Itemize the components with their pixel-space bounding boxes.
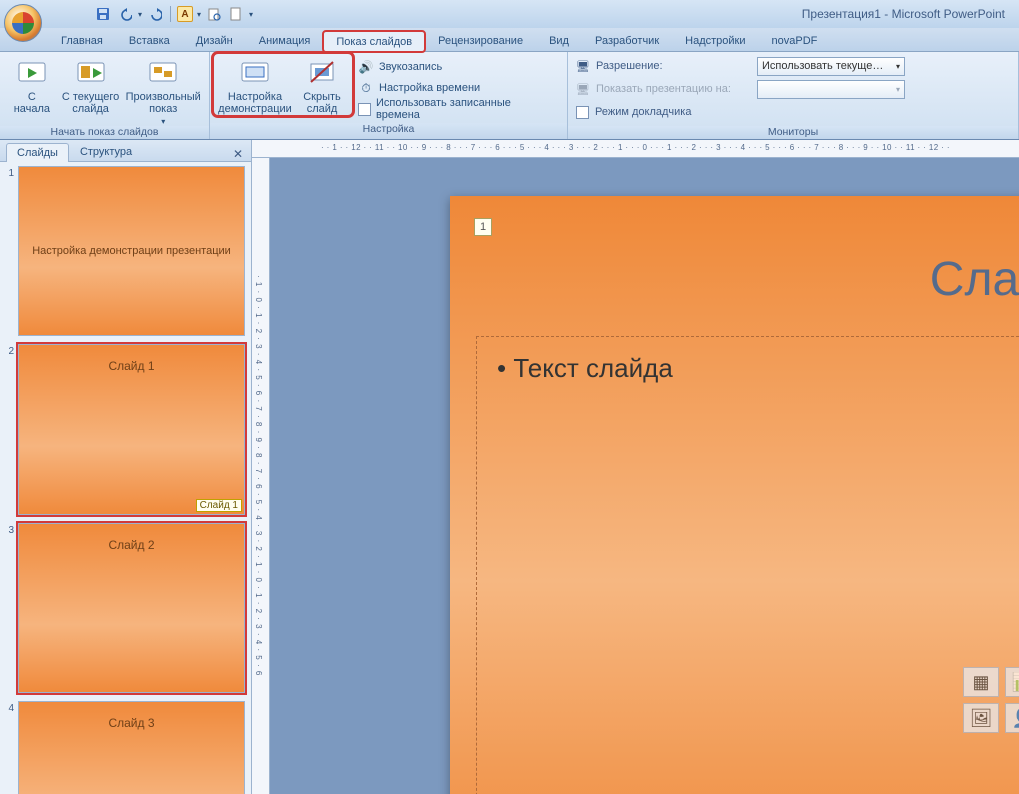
monitor2-icon: 🖥 [576,83,590,96]
tab-view[interactable]: Вид [536,30,582,51]
insert-picture-icon[interactable]: 🖼 [963,703,999,733]
panel-close-icon[interactable]: ✕ [231,147,245,161]
slide-canvas[interactable]: 1 Слайд 2 Текст слайда ▦ 📊 ◫ 🖼 👤 🎞 [270,158,1019,794]
record-narration-label: Звукозапись [379,61,442,73]
tab-slideshow[interactable]: Показ слайдов [323,31,425,52]
setup-small-options: 🔊 Звукозапись ⏱ Настройка времени Исполь… [354,54,563,118]
slide-page-number: 1 [474,218,492,236]
slide-title[interactable]: Слайд 2 [930,252,1019,307]
chevron-down-icon: ▾ [896,85,900,94]
qat-save-icon[interactable] [94,5,112,23]
title-bar: ▾ A ▾ ▾ Презентация1 - Microsoft PowerPo… [0,0,1019,28]
from-beginning-icon [16,57,48,89]
rehearse-timings-button[interactable]: ⏱ Настройка времени [358,79,557,97]
bullet-text[interactable]: Текст слайда [497,353,1019,384]
setup-show-label: Настройка демонстрации [218,91,292,115]
use-timings-label: Использовать записанные времена [376,97,557,121]
thumb-4[interactable]: 4 Слайд 3 [2,701,245,794]
ribbon: С начала С текущего слайда Произвольный … [0,52,1019,140]
resolution-select[interactable]: Использовать текуще… ▾ [757,57,905,76]
qat-undo-icon[interactable] [116,5,134,23]
setup-show-button[interactable]: Настройка демонстрации [216,54,294,115]
hide-slide-button[interactable]: Скрыть слайд [294,54,350,115]
tab-animation[interactable]: Анимация [246,30,324,51]
tab-insert[interactable]: Вставка [116,30,183,51]
vertical-ruler[interactable]: · 1 · 0 · 1 · 2 · 3 · 4 · 5 · 6 · 7 · 8 … [252,158,270,794]
qat-undo-dropdown-icon[interactable]: ▾ [138,10,142,19]
qat-a-dropdown-icon[interactable]: ▾ [197,10,201,19]
setup-show-icon [239,57,271,89]
rehearse-timings-label: Настройка времени [379,82,480,94]
group-setup-label: Настройка [210,123,567,139]
resolution-label: Разрешение: [596,60,751,72]
group-monitors: 🖥 Разрешение: Использовать текуще… ▾ 🖥 П… [568,52,1019,139]
presenter-checkbox[interactable] [576,106,589,119]
checkbox-icon [358,103,371,116]
panel-tab-outline[interactable]: Структура [69,142,143,161]
office-button[interactable] [4,4,42,42]
tab-developer[interactable]: Разработчик [582,30,672,51]
slide[interactable]: 1 Слайд 2 Текст слайда ▦ 📊 ◫ 🖼 👤 🎞 [450,196,1019,794]
slides-panel: Слайды Структура ✕ 1 Настройка демонстра… [0,140,252,794]
clock-icon: ⏱ [358,80,374,96]
custom-show-label: Произвольный показ [126,91,201,115]
from-beginning-button[interactable]: С начала [4,54,60,115]
slide-flag: Слайд 1 [196,499,242,512]
insert-chart-icon[interactable]: 📊 [1005,667,1019,697]
chevron-down-icon: ▾ [896,62,900,71]
insert-table-icon[interactable]: ▦ [963,667,999,697]
custom-show-icon [147,57,179,89]
from-current-label: С текущего слайда [62,91,119,115]
group-start-label: Начать показ слайдов [0,126,209,139]
placeholder-icons: ▦ 📊 ◫ 🖼 👤 🎞 [963,667,1019,733]
edit-area: · · 1 · · 12 · · 11 · · 10 · · 9 · · · 8… [252,140,1019,794]
monitor-icon: 🖥 [576,60,590,73]
panel-tabs: Слайды Структура ✕ [0,140,251,162]
thumbnail-list[interactable]: 1 Настройка демонстрации презентации 2 С… [0,162,251,794]
custom-show-button[interactable]: Произвольный показ [121,54,205,126]
from-current-icon [75,57,107,89]
record-narration-button[interactable]: 🔊 Звукозапись [358,58,557,76]
use-timings-checkbox[interactable]: Использовать записанные времена [358,100,557,118]
show-on-label: Показать презентацию на: [596,83,751,95]
qat-separator [170,6,171,22]
panel-tab-slides[interactable]: Слайды [6,143,69,162]
hide-slide-icon [306,57,338,89]
thumb-1[interactable]: 1 Настройка демонстрации презентации [2,166,245,336]
hide-slide-label: Скрыть слайд [303,91,341,115]
qat-redo-icon[interactable] [146,5,164,23]
workspace: Слайды Структура ✕ 1 Настройка демонстра… [0,140,1019,794]
qat-print-preview-icon[interactable] [205,5,223,23]
quick-access-toolbar: ▾ A ▾ ▾ [94,0,253,28]
presenter-mode-label: Режим докладчика [595,106,691,118]
group-setup: Настройка демонстрации Скрыть слайд 🔊 Зв… [210,52,568,139]
window-title: Презентация1 - Microsoft PowerPoint [253,0,1019,28]
speaker-icon: 🔊 [358,59,374,75]
from-beginning-label: С начала [14,91,50,115]
resolution-value: Использовать текуще… [762,60,883,72]
tab-home[interactable]: Главная [48,30,116,51]
insert-clipart-icon[interactable]: 👤 [1005,703,1019,733]
thumb-3[interactable]: 3 Слайд 2 [2,523,245,693]
from-current-button[interactable]: С текущего слайда [60,54,122,115]
thumb-2[interactable]: 2 Слайд 1 Слайд 1 [2,344,245,514]
group-monitors-label: Мониторы [568,126,1018,139]
tab-review[interactable]: Рецензирование [425,30,536,51]
content-placeholder[interactable]: Текст слайда ▦ 📊 ◫ 🖼 👤 🎞 [476,336,1019,794]
ribbon-tabs: Главная Вставка Дизайн Анимация Показ сл… [0,28,1019,52]
horizontal-ruler[interactable]: · · 1 · · 12 · · 11 · · 10 · · 9 · · · 8… [252,140,1019,158]
qat-item-a-icon[interactable]: A [177,6,193,22]
tab-novapdf[interactable]: novaPDF [759,30,831,51]
show-on-select: ▾ [757,80,905,99]
qat-new-icon[interactable] [227,5,245,23]
tab-addins[interactable]: Надстройки [672,30,758,51]
tab-design[interactable]: Дизайн [183,30,246,51]
group-start-slideshow: С начала С текущего слайда Произвольный … [0,52,210,139]
